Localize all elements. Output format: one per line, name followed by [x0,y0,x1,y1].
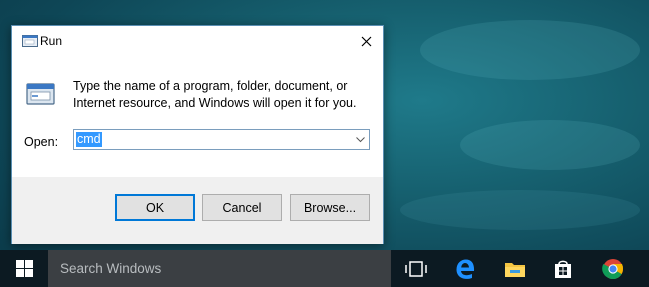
browse-button[interactable]: Browse... [290,194,370,221]
open-label: Open: [24,135,59,149]
start-button[interactable] [0,250,48,287]
ok-button[interactable]: OK [115,194,195,221]
dialog-description: Type the name of a program, folder, docu… [73,79,357,110]
taskbar: Search Windows [0,250,649,287]
file-explorer-icon [505,262,525,277]
search-placeholder: Search Windows [60,261,162,276]
windows-start-icon [15,260,33,277]
close-button[interactable] [349,26,383,56]
close-icon [361,36,371,46]
task-view-icon [405,260,427,277]
store-icon [555,260,571,278]
search-box[interactable]: Search Windows [48,250,391,287]
open-input-value[interactable]: cmd [76,132,102,147]
dialog-title: Run [40,34,63,48]
cancel-button[interactable]: Cancel [202,194,282,221]
run-app-icon [22,35,38,47]
chrome-icon [602,258,624,279]
task-view-button[interactable] [394,250,438,287]
run-program-icon [26,83,55,105]
edge-icon [456,259,475,279]
open-combobox[interactable]: cmd [73,129,370,150]
dropdown-button[interactable] [354,132,366,147]
title-bar[interactable]: Run [12,26,383,56]
run-dialog: Run Type the name of a program, folder, … [11,25,384,244]
chevron-down-icon [355,136,365,142]
edge-button[interactable] [443,250,487,287]
chrome-button[interactable] [591,250,635,287]
store-button[interactable] [541,250,585,287]
file-explorer-button[interactable] [493,250,537,287]
